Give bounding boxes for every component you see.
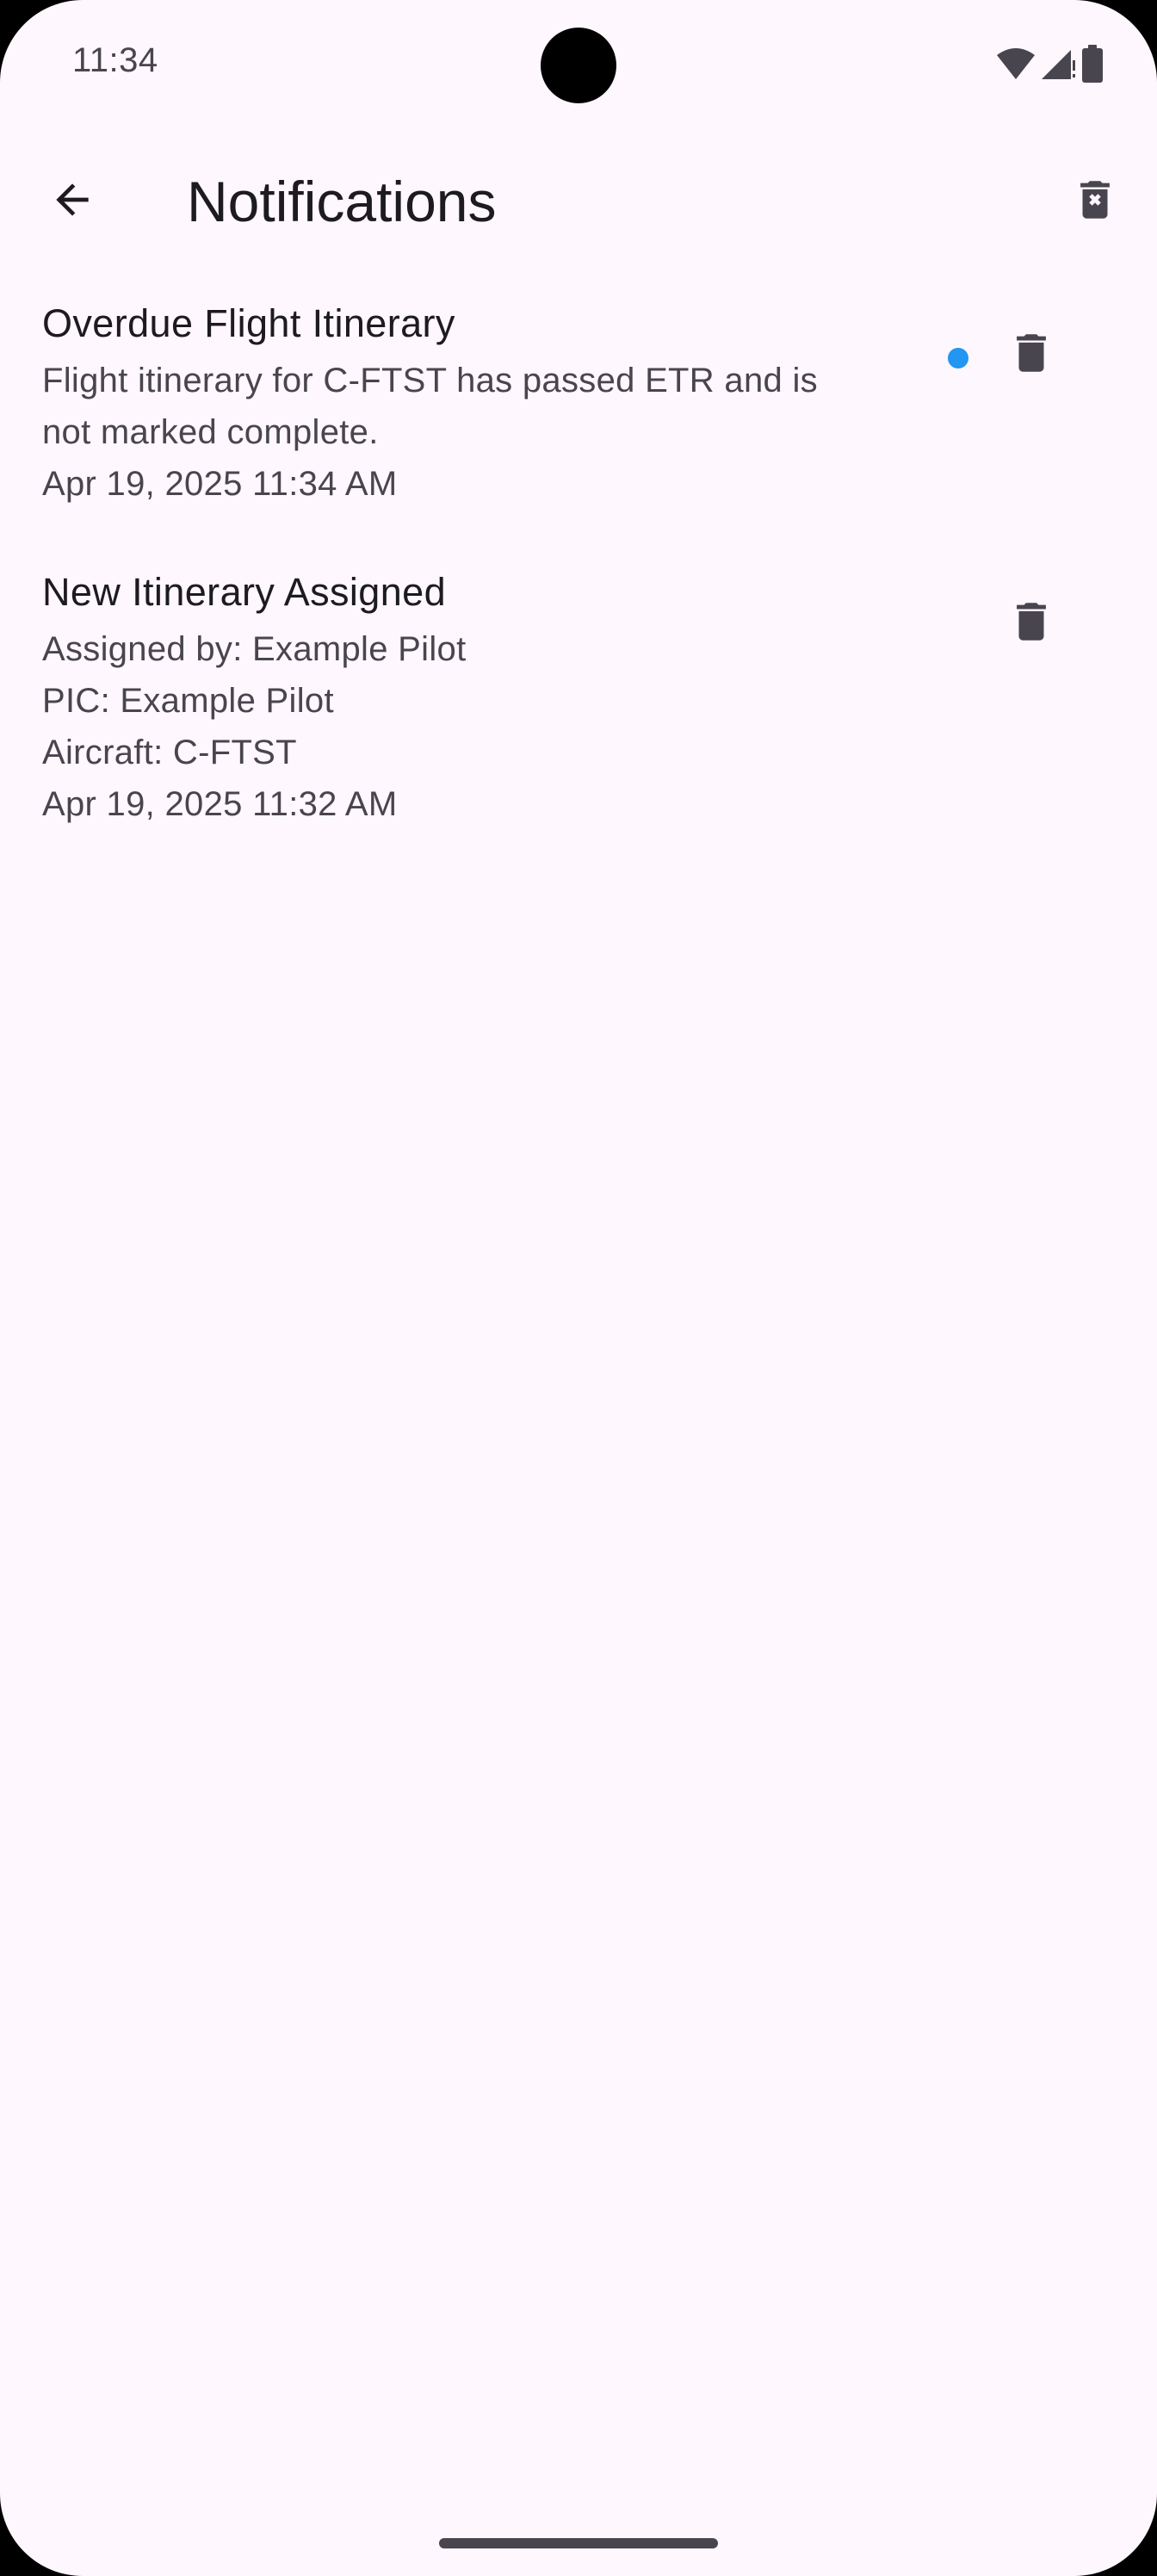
notification-body-line: not marked complete. <box>42 413 379 451</box>
arrow-back-icon <box>48 176 96 228</box>
status-bar: 11:34 <box>0 0 1157 129</box>
unread-indicator <box>948 348 968 368</box>
notification-body: Assigned by: Example Pilot PIC: Example … <box>42 623 886 778</box>
app-bar: Notifications <box>0 146 1157 257</box>
notification-list: Overdue Flight Itinerary Flight itinerar… <box>0 289 1157 845</box>
notification-body: Flight itinerary for C-FTST has passed E… <box>42 355 886 458</box>
delete-notification-button[interactable] <box>990 313 1073 396</box>
notifications-screen: 11:34 Notifications Overdue Flight Itine… <box>0 0 1157 2576</box>
gesture-nav-handle[interactable] <box>439 2538 718 2548</box>
camera-cutout <box>541 28 616 103</box>
notification-body-line: PIC: Example Pilot <box>42 682 334 720</box>
wifi-icon <box>995 46 1036 81</box>
delete-forever-icon <box>1070 175 1120 229</box>
clear-all-button[interactable] <box>1054 160 1136 243</box>
notification-item[interactable]: Overdue Flight Itinerary Flight itinerar… <box>0 289 1157 525</box>
signal-icon <box>1042 46 1076 81</box>
notification-body-line: Flight itinerary for C-FTST has passed E… <box>42 362 818 399</box>
battery-icon <box>1081 45 1104 83</box>
trash-icon <box>1006 328 1056 382</box>
notification-timestamp: Apr 19, 2025 11:34 AM <box>42 465 398 503</box>
page-title: Notifications <box>187 170 497 233</box>
status-icons <box>995 45 1104 83</box>
notification-body-line: Assigned by: Example Pilot <box>42 630 467 668</box>
notification-body-line: Aircraft: C-FTST <box>42 734 297 771</box>
notification-timestamp: Apr 19, 2025 11:32 AM <box>42 785 398 823</box>
trash-icon <box>1006 597 1056 651</box>
delete-notification-button[interactable] <box>990 582 1073 665</box>
back-button[interactable] <box>31 160 114 243</box>
status-time: 11:34 <box>72 41 158 79</box>
notification-item[interactable]: New Itinerary Assigned Assigned by: Exam… <box>0 558 1157 845</box>
